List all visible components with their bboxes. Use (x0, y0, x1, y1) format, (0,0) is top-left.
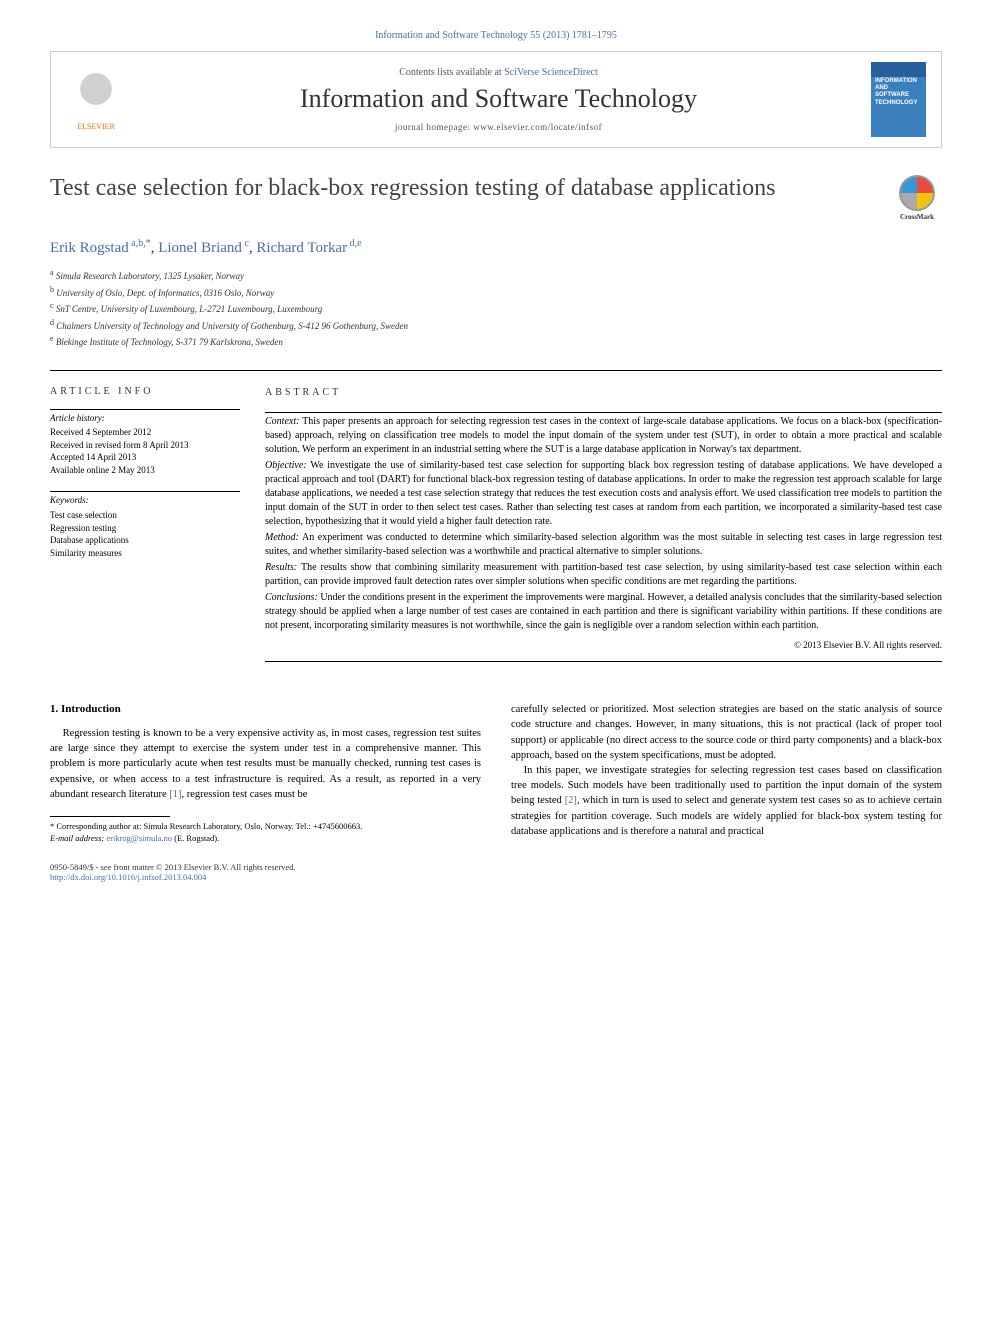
doi-link[interactable]: http://dx.doi.org/10.1016/j.infsof.2013.… (50, 872, 206, 882)
abstract-results: The results show that combining similari… (265, 562, 942, 587)
crossmark-icon (899, 175, 935, 211)
homepage-prefix: journal homepage: (395, 122, 473, 132)
abstract-method-label: Method: (265, 532, 299, 543)
article-info-heading: ARTICLE INFO (50, 386, 240, 397)
authors-list: Erik Rogstad a,b,*, Lionel Briand c, Ric… (50, 238, 942, 257)
crossmark-badge[interactable]: CrossMark (892, 173, 942, 223)
abstract-context-label: Context: (265, 416, 299, 427)
affiliations: a Simula Research Laboratory, 1325 Lysak… (50, 267, 942, 350)
citation-ref-1[interactable]: [1] (169, 789, 181, 800)
article-title: Test case selection for black-box regres… (50, 173, 872, 203)
citation-header: Information and Software Technology 55 (… (50, 30, 942, 41)
issn-copyright-line: 0950-5849/$ - see front matter © 2013 El… (50, 862, 296, 872)
journal-title: Information and Software Technology (126, 84, 871, 114)
crossmark-label: CrossMark (900, 213, 934, 221)
abstract-objective: We investigate the use of similarity-bas… (265, 460, 942, 527)
section-heading-intro: 1. Introduction (50, 702, 481, 718)
history-label: Article history: (50, 412, 240, 425)
keyword-item: Regression testing (50, 522, 240, 535)
abstract-conclusions: Under the conditions present in the expe… (265, 592, 942, 631)
online-date: Available online 2 May 2013 (50, 464, 240, 477)
intro-p2: carefully selected or prioritized. Most … (511, 702, 942, 763)
corresponding-author-footnote: * Corresponding author at: Simula Resear… (50, 821, 481, 844)
abstract-results-label: Results: (265, 562, 297, 573)
journal-cover-thumbnail[interactable]: INFORMATION AND SOFTWARE TECHNOLOGY (871, 62, 926, 137)
author-email-link[interactable]: erikrog@simula.no (106, 833, 172, 843)
abstract-heading: ABSTRACT (265, 386, 942, 400)
intro-p1b: , regression test cases must be (181, 789, 307, 800)
publisher-logo[interactable]: ELSEVIER (66, 69, 126, 131)
abstract-method: An experiment was conducted to determine… (265, 532, 942, 557)
journal-header: ELSEVIER Contents lists available at Sci… (50, 51, 942, 148)
affiliation-b: University of Oslo, Dept. of Informatics… (56, 288, 274, 298)
affiliation-e: Blekinge Institute of Technology, S-371 … (56, 337, 283, 347)
abstract-objective-label: Objective: (265, 460, 307, 471)
citation-ref-2[interactable]: [2] (565, 795, 577, 806)
accepted-date: Accepted 14 April 2013 (50, 451, 240, 464)
received-date: Received 4 September 2012 (50, 426, 240, 439)
affiliation-a: Simula Research Laboratory, 1325 Lysaker… (56, 271, 244, 281)
abstract-context: This paper presents an approach for sele… (265, 416, 942, 455)
email-label: E-mail address: (50, 833, 104, 843)
email-suffix: (E. Rogstad). (172, 833, 219, 843)
article-body: 1. Introduction Regression testing is kn… (50, 702, 942, 844)
abstract-conclusions-label: Conclusions: (265, 592, 318, 603)
keyword-item: Database applications (50, 534, 240, 547)
article-info-sidebar: ARTICLE INFO Article history: Received 4… (50, 386, 265, 678)
contents-prefix: Contents lists available at (399, 67, 504, 78)
elsevier-tree-icon (71, 69, 121, 119)
cover-text: INFORMATION AND SOFTWARE TECHNOLOGY (875, 78, 922, 107)
keywords-label: Keywords: (50, 494, 240, 507)
keyword-item: Test case selection (50, 509, 240, 522)
footer-metadata: 0950-5849/$ - see front matter © 2013 El… (50, 862, 942, 882)
keyword-item: Similarity measures (50, 547, 240, 560)
affiliation-c: SnT Centre, University of Luxembourg, L-… (56, 304, 322, 314)
affiliation-d: Chalmers University of Technology and Un… (56, 321, 408, 331)
abstract-copyright: © 2013 Elsevier B.V. All rights reserved… (265, 639, 942, 652)
corr-author-text: * Corresponding author at: Simula Resear… (50, 821, 481, 832)
homepage-url[interactable]: www.elsevier.com/locate/infsof (473, 122, 602, 132)
column-left: 1. Introduction Regression testing is kn… (50, 702, 481, 844)
abstract: ABSTRACT Context: This paper presents an… (265, 386, 942, 678)
sciencedirect-link[interactable]: SciVerse ScienceDirect (504, 67, 598, 78)
revised-date: Received in revised form 8 April 2013 (50, 439, 240, 452)
publisher-name: ELSEVIER (66, 122, 126, 131)
column-right: carefully selected or prioritized. Most … (511, 702, 942, 844)
